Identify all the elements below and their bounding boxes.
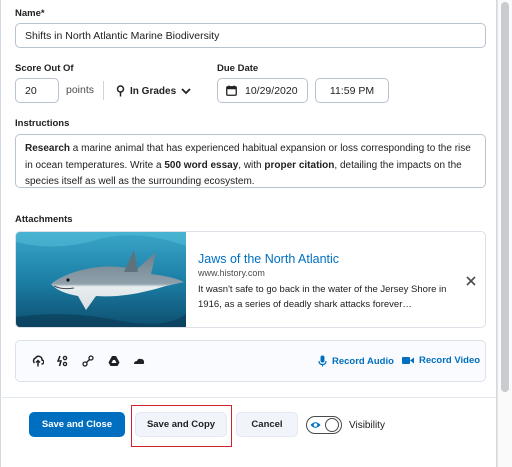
vertical-scrollbar[interactable]	[497, 0, 512, 467]
google-drive-icon[interactable]	[108, 355, 120, 367]
shark-thumbnail-image	[16, 232, 186, 327]
instructions-bold-essay: 500 word essay	[164, 159, 239, 171]
microphone-icon	[318, 355, 327, 367]
name-input[interactable]: Shifts in North Atlantic Marine Biodiver…	[15, 23, 486, 48]
attachment-title-link[interactable]: Jaws of the North Atlantic	[198, 252, 339, 266]
attachments-label: Attachments	[15, 214, 73, 225]
record-audio-button[interactable]: Record Audio	[318, 355, 394, 367]
due-time-input[interactable]: 11:59 PM	[315, 78, 389, 103]
name-input-value: Shifts in North Atlantic Marine Biodiver…	[25, 29, 220, 42]
name-label: Name*	[15, 8, 45, 19]
calendar-icon	[226, 85, 237, 96]
save-and-close-button[interactable]: Save and Close	[29, 412, 125, 437]
instructions-bold-citation: proper citation	[264, 159, 335, 171]
instructions-bold-research: Research	[25, 143, 71, 154]
visibility-toggle[interactable]	[306, 416, 342, 434]
footer-divider	[2, 397, 497, 398]
onedrive-icon[interactable]	[133, 355, 145, 367]
attachment-description: It wasn't safe to go back in the water o…	[198, 284, 447, 310]
upload-icon[interactable]	[32, 355, 44, 367]
scrollbar-thumb[interactable]	[501, 2, 509, 392]
record-audio-label: Record Audio	[332, 355, 394, 367]
required-marker: *	[40, 8, 45, 19]
video-camera-icon	[402, 357, 414, 364]
save-and-copy-highlight	[131, 405, 232, 447]
name-label-text: Name	[15, 8, 41, 19]
instructions-text: , with	[238, 159, 265, 171]
in-grades-dropdown[interactable]: In Grades	[116, 81, 191, 101]
due-date-label: Due Date	[217, 63, 259, 74]
instructions-editor[interactable]: Research a marine animal that has experi…	[15, 134, 486, 188]
pin-icon	[116, 85, 125, 97]
score-out-of-label: Score Out Of	[15, 63, 74, 74]
due-date-value: 10/29/2020	[245, 84, 298, 97]
toggle-knob	[325, 418, 339, 432]
due-date-input[interactable]: 10/29/2020	[217, 78, 308, 103]
attachment-url: www.history.com	[198, 268, 265, 278]
due-time-value: 11:59 PM	[329, 84, 375, 97]
record-video-button[interactable]: Record Video	[402, 355, 480, 366]
assignment-form-panel: Name* Shifts in North Atlantic Marine Bi…	[0, 0, 497, 467]
chevron-down-icon	[181, 87, 191, 94]
score-input[interactable]: 20	[15, 78, 59, 103]
points-label: points	[66, 84, 95, 96]
share-icon[interactable]	[82, 355, 94, 367]
link-icon[interactable]	[56, 355, 68, 367]
record-video-label: Record Video	[419, 355, 481, 366]
attachment-card[interactable]: Jaws of the North Atlantic www.history.c…	[15, 231, 486, 328]
score-input-value: 20	[25, 84, 37, 97]
cancel-button[interactable]: Cancel	[236, 412, 298, 437]
attachment-toolbar: Record Audio Record Video	[15, 340, 486, 382]
score-divider	[103, 81, 104, 100]
eye-icon	[310, 422, 321, 428]
close-icon[interactable]	[464, 274, 478, 288]
instructions-label: Instructions	[15, 118, 70, 129]
visibility-label: Visibility	[349, 420, 385, 431]
in-grades-label: In Grades	[130, 85, 177, 97]
